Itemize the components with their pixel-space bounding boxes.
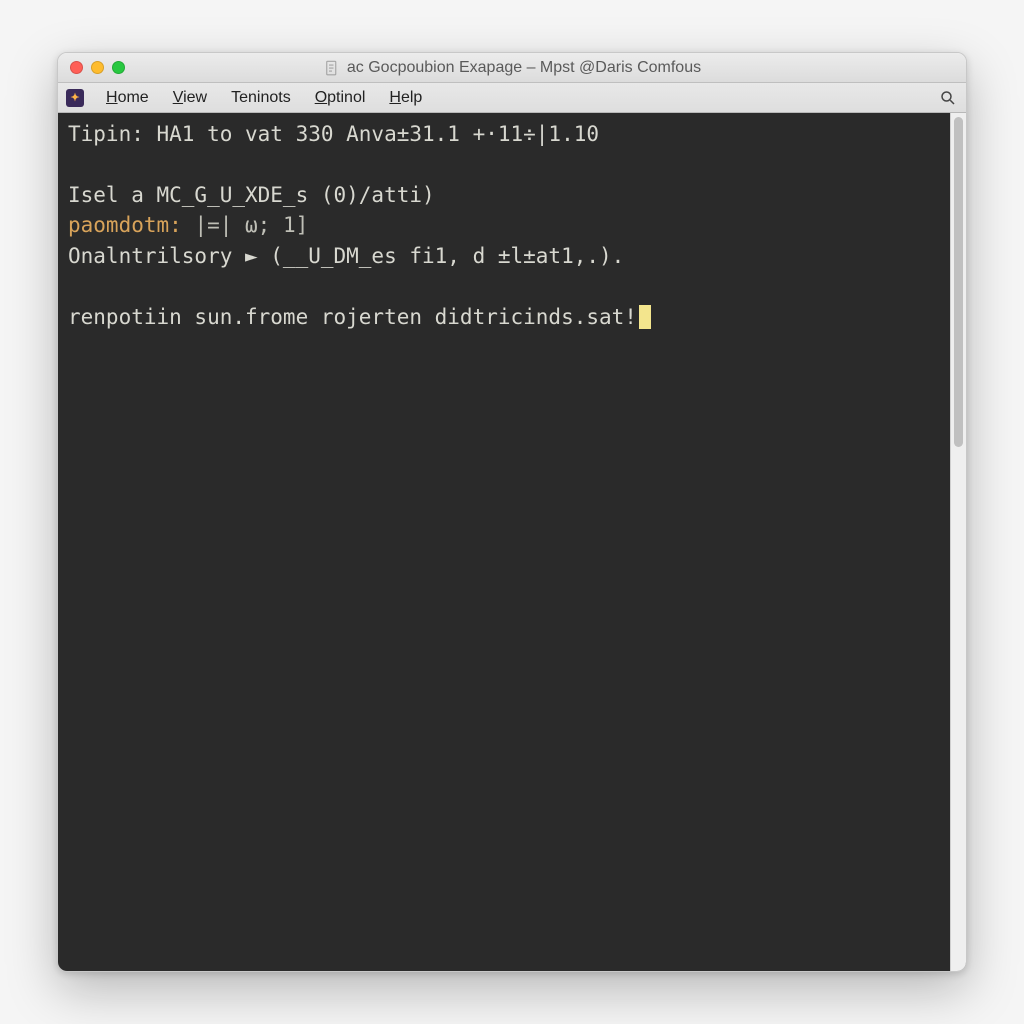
terminal-text: Onalntrilsory ► (__U̲DM̲es fi1, d ±l±at1… <box>68 244 624 268</box>
terminal-text: |=| ω; 1] <box>182 213 308 237</box>
menu-teninots[interactable]: Teninots <box>219 87 303 109</box>
terminal-output[interactable]: Tipin: HA1 to vat 330 Anva±31.1 +·11÷|1.… <box>58 113 950 971</box>
menu-optinol[interactable]: Optinol <box>303 87 378 109</box>
zoom-window-button[interactable] <box>112 61 125 74</box>
window-title-text: ac Gocpoubion Exapage – Mpst @Daris Comf… <box>347 59 701 77</box>
terminal-text: renpotiin sun.frome rojerten didtricinds… <box>68 305 637 329</box>
terminal-text: paomdotm: <box>68 213 182 237</box>
titlebar[interactable]: ac Gocpoubion Exapage – Mpst @Daris Comf… <box>58 53 966 83</box>
scrollbar-track[interactable] <box>950 113 966 971</box>
terminal-text: Tipin: HA1 to vat 330 Anva±31.1 +·11÷|1.… <box>68 122 599 146</box>
terminal-line: Tipin: HA1 to vat 330 Anva±31.1 +·11÷|1.… <box>68 119 940 149</box>
terminal-line: Onalntrilsory ► (__U̲DM̲es fi1, d ±l±at1… <box>68 241 940 271</box>
scrollbar-thumb[interactable] <box>954 117 963 447</box>
terminal-text: Isel a MC̲G_U̲XDE̲s (0)/atti) <box>68 183 435 207</box>
terminal-cursor <box>639 305 651 329</box>
search-button[interactable] <box>938 88 958 108</box>
terminal-line <box>68 149 940 179</box>
search-icon <box>939 89 957 107</box>
menu-view[interactable]: View <box>161 87 219 109</box>
app-icon-glyph: ✦ <box>70 91 79 104</box>
terminal-line: renpotiin sun.frome rojerten didtricinds… <box>68 302 940 332</box>
traffic-lights <box>70 61 125 74</box>
terminal-pane: Tipin: HA1 to vat 330 Anva±31.1 +·11÷|1.… <box>58 113 966 971</box>
app-icon[interactable]: ✦ <box>66 89 84 107</box>
document-icon <box>323 59 341 77</box>
terminal-line <box>68 271 940 301</box>
app-window: ac Gocpoubion Exapage – Mpst @Daris Comf… <box>57 52 967 972</box>
terminal-line: paomdotm: |=| ω; 1] <box>68 210 940 240</box>
close-window-button[interactable] <box>70 61 83 74</box>
menubar: ✦ HomeViewTeninotsOptinolHelp <box>58 83 966 113</box>
terminal-line: Isel a MC̲G_U̲XDE̲s (0)/atti) <box>68 180 940 210</box>
menu-home[interactable]: Home <box>94 87 161 109</box>
window-title: ac Gocpoubion Exapage – Mpst @Daris Comf… <box>58 59 966 77</box>
menu-help[interactable]: Help <box>377 87 434 109</box>
minimize-window-button[interactable] <box>91 61 104 74</box>
